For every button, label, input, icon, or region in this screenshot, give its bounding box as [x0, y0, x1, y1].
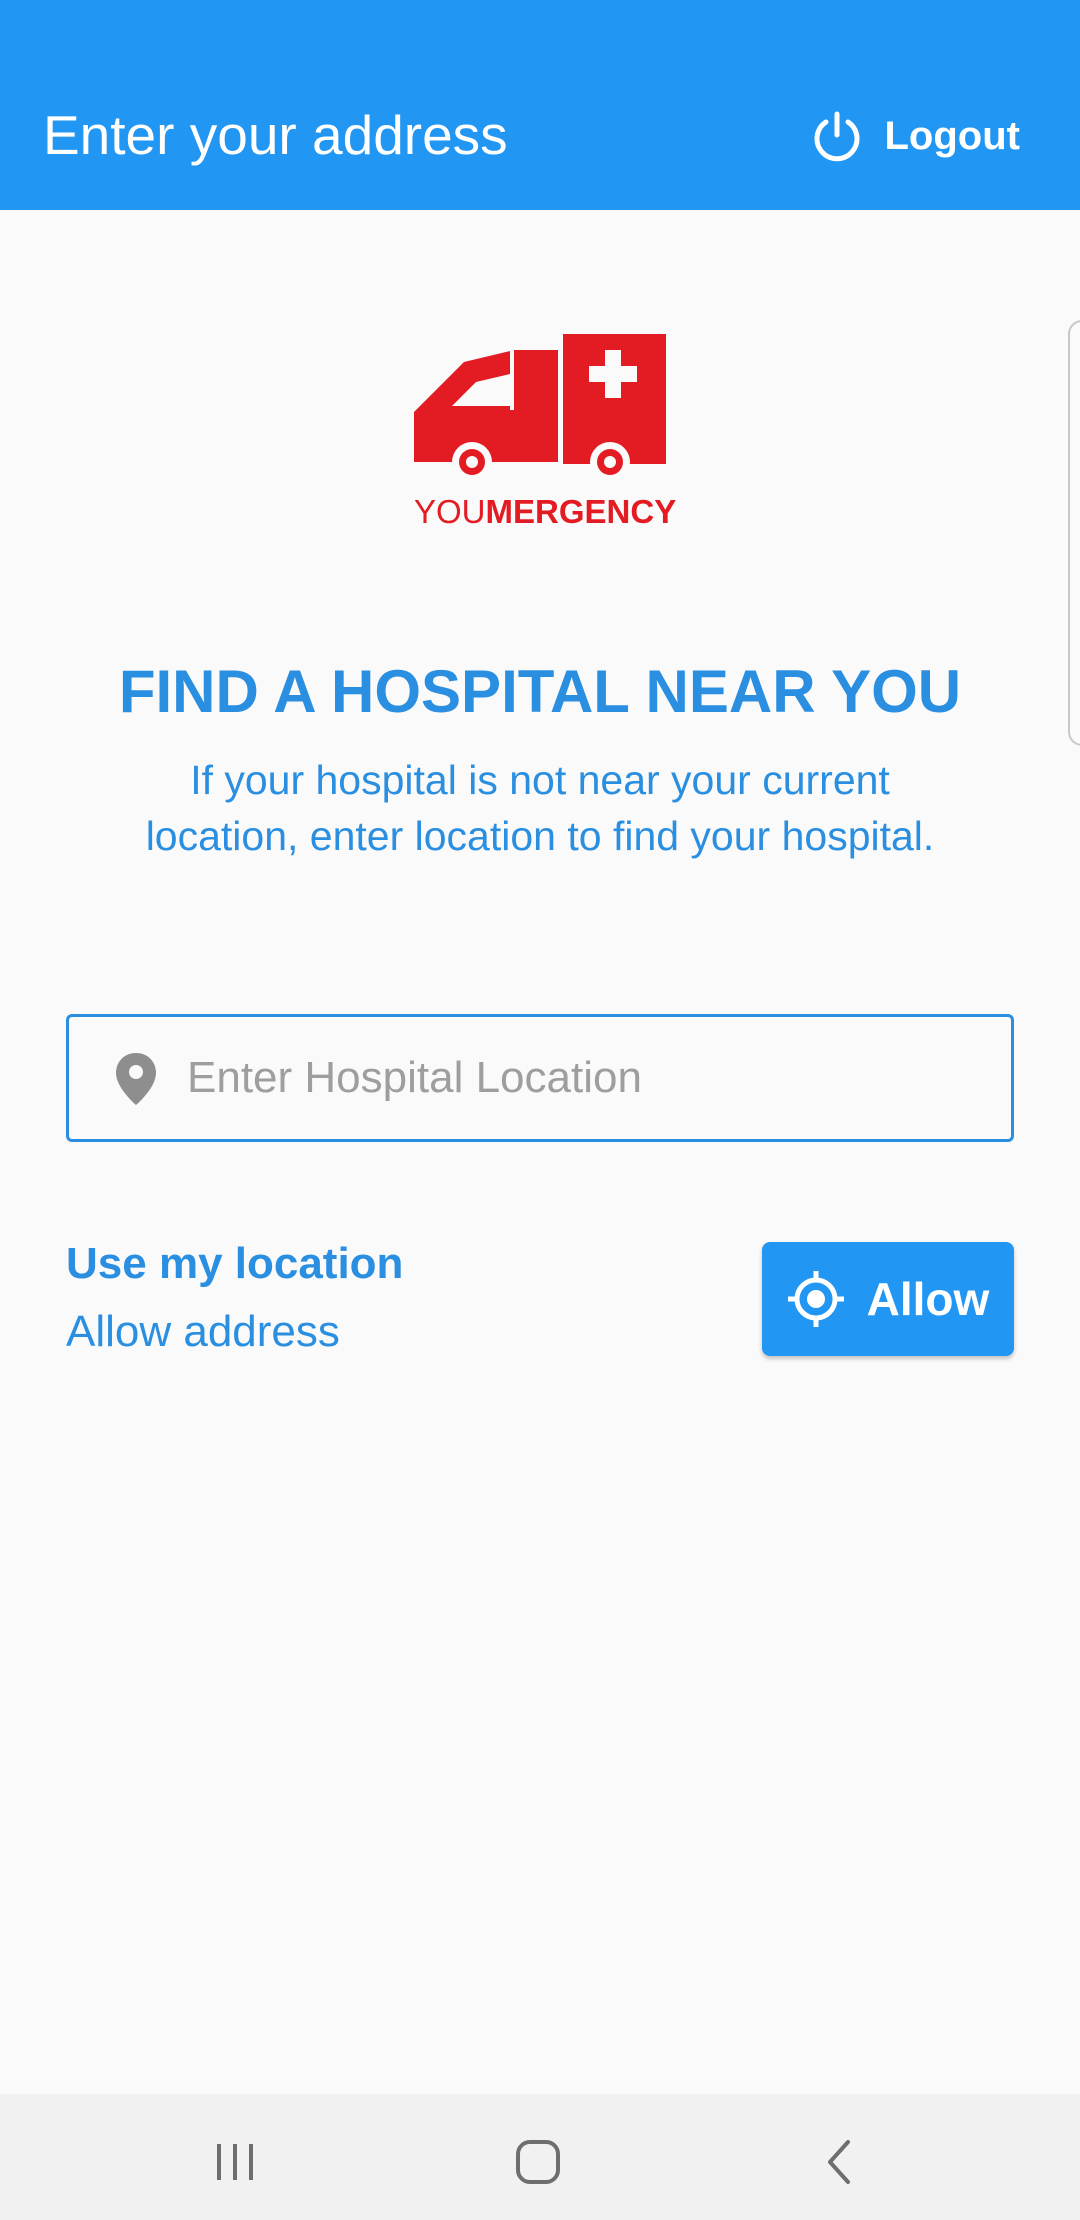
description-text: If your hospital is not near your curren… [145, 757, 935, 859]
app-screen: Enter your address Logout YOUMERGENCY FI… [0, 0, 1080, 2220]
back-button[interactable] [810, 2132, 870, 2192]
back-icon [828, 2140, 850, 2184]
location-pin-icon [116, 1053, 156, 1105]
hospital-location-input[interactable] [187, 1037, 987, 1119]
logout-button[interactable]: Logout [809, 106, 1021, 166]
hospital-location-field[interactable] [66, 1014, 1014, 1142]
app-bar: Enter your address Logout [0, 0, 1080, 210]
allow-location-button[interactable]: Allow [762, 1242, 1014, 1356]
power-icon [814, 111, 859, 162]
recent-apps-icon [217, 2144, 253, 2180]
logo-text-bold: MERGENCY [485, 493, 677, 530]
page-title: Enter your address [43, 104, 508, 166]
app-logo: YOUMERGENCY [414, 332, 676, 532]
logo-wordmark: YOUMERGENCY [414, 492, 676, 532]
ambulance-icon [414, 332, 666, 482]
gps-crosshair-icon [787, 1271, 844, 1327]
allow-address-label: Allow address [66, 1307, 340, 1356]
system-nav-bar [0, 2094, 1080, 2220]
use-my-location-label: Use my location [66, 1239, 404, 1288]
home-button[interactable] [508, 2132, 568, 2192]
recent-apps-button[interactable] [205, 2132, 265, 2192]
logout-label: Logout [884, 114, 1021, 158]
headline: FIND A HOSPITAL NEAR YOU [118, 658, 962, 725]
home-icon [516, 2140, 560, 2184]
logo-text-light: YOU [414, 493, 486, 530]
allow-label: Allow [866, 1273, 990, 1325]
